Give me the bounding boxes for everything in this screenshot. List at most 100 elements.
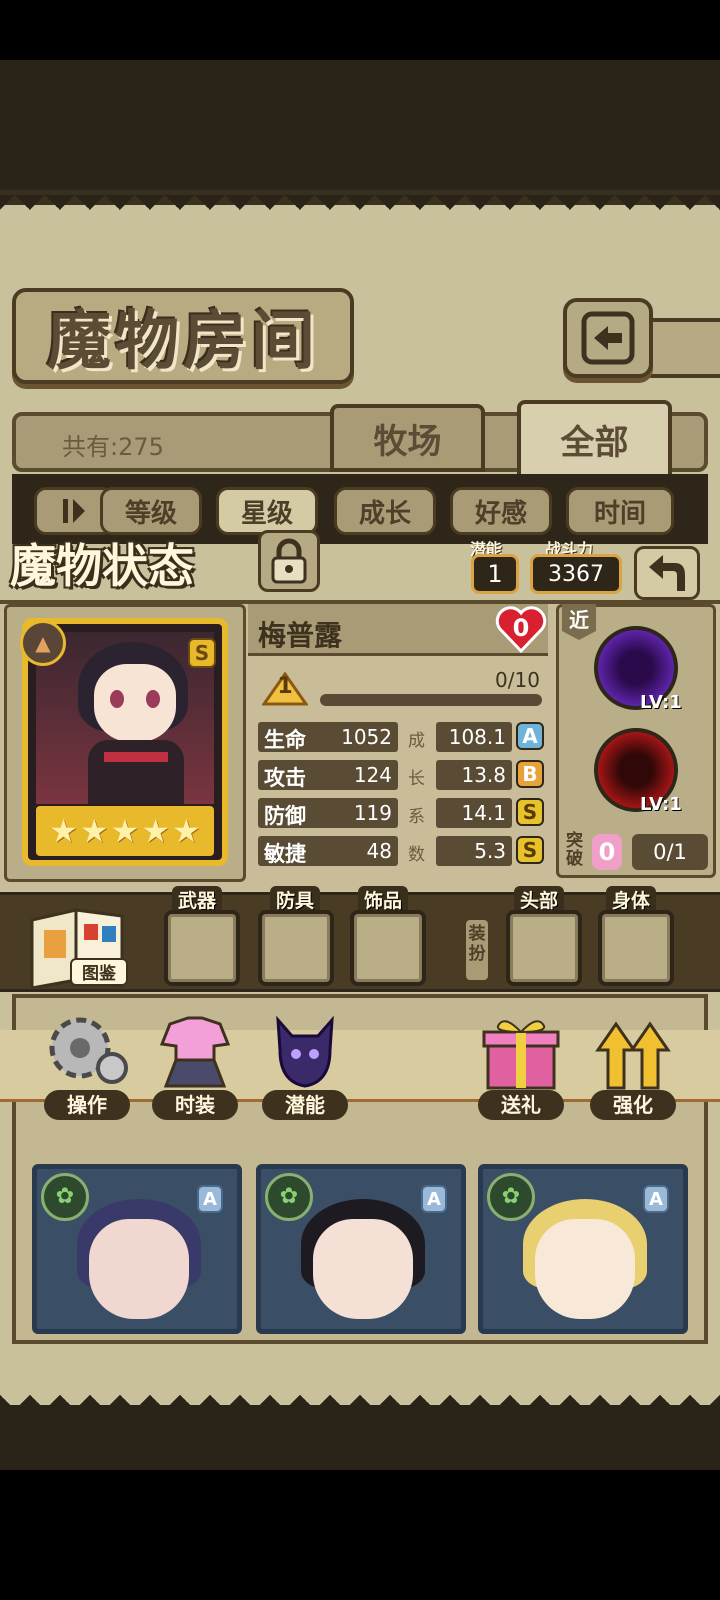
stat-value: 119 [353, 801, 392, 825]
stat-bg: 攻击 124 [258, 760, 398, 790]
growth-label-char-1: 成 [408, 731, 425, 751]
background-band-top [0, 60, 720, 190]
growth-bg: 14.1 [436, 798, 512, 828]
encyclopedia-label: 图鉴 [70, 958, 128, 986]
sort-time-button[interactable]: 时间 [566, 487, 674, 535]
breakthrough-count: 0 [592, 834, 622, 870]
action-gift-button[interactable]: 送礼 [474, 1010, 568, 1120]
stat-value: 48 [366, 839, 392, 863]
return-arrow-icon [649, 555, 685, 591]
growth-label-char-4: 数 [408, 845, 425, 865]
breakthrough-label: 突破 [566, 831, 583, 869]
gift-icon [482, 1020, 560, 1090]
stat-label: 生命 [264, 728, 306, 752]
leaf-icon: ✿ [265, 1173, 313, 1221]
back-button-extension [650, 318, 720, 378]
slot-weapon[interactable] [164, 910, 240, 986]
outfit-icon [159, 1016, 231, 1088]
card-rank: A [421, 1185, 447, 1213]
growth-label-char-3: 系 [408, 807, 425, 827]
action-upgrade-label: 强化 [590, 1090, 676, 1120]
zigzag-border-top [0, 195, 720, 225]
level-value: 1 [277, 674, 293, 699]
room-title-plaque: 魔物房间 [12, 288, 354, 384]
system-status-bar [0, 0, 720, 60]
growth-bg: 5.3 [436, 836, 512, 866]
slot-label-head: 头部 [514, 886, 565, 912]
character-eye-right [146, 690, 160, 708]
breakthrough-row: 突破 0 0/1 [560, 830, 712, 874]
card-face [89, 1219, 189, 1319]
action-operate-button[interactable]: 操作 [40, 1010, 134, 1120]
card-rank: A [643, 1185, 669, 1213]
character-body [88, 740, 184, 804]
navigation-bar [0, 1470, 720, 1600]
slot-body[interactable] [598, 910, 674, 986]
breakthrough-progress: 0/1 [632, 834, 708, 870]
combat-power-value: 3367 [530, 554, 622, 594]
slot-label-armor: 防具 [270, 886, 321, 912]
exit-button[interactable] [563, 298, 653, 378]
tab-all[interactable]: 全部 [517, 400, 672, 478]
exp-text: 0/10 [495, 668, 540, 692]
stat-value: 124 [353, 763, 392, 787]
action-potential-label: 潜能 [262, 1090, 348, 1120]
slot-label-body: 身体 [606, 886, 657, 912]
action-potential-button[interactable]: 潜能 [258, 1010, 352, 1120]
rank-badge: S [188, 638, 216, 668]
growth-grade: B [516, 760, 544, 788]
return-button[interactable] [634, 546, 700, 600]
character-face [94, 664, 176, 742]
monster-name: 梅普露 [258, 619, 343, 652]
star-icon: ★ [49, 812, 78, 850]
slot-armor[interactable] [258, 910, 334, 986]
mountain-element-icon: ▲ [20, 620, 66, 666]
card-face [313, 1219, 413, 1319]
character-eye-left [110, 690, 124, 708]
action-outfit-label: 时装 [152, 1090, 238, 1120]
stat-bg: 防御 119 [258, 798, 398, 828]
monster-card[interactable]: ✿ A [32, 1164, 242, 1334]
growth-grade: S [516, 798, 544, 826]
star-icon: ★ [172, 812, 201, 850]
sort-affection-button[interactable]: 好感 [450, 487, 552, 535]
skill-2-level: LV:1 [640, 794, 682, 815]
slot-head[interactable] [506, 910, 582, 986]
growth-value: 5.3 [474, 839, 506, 863]
growth-value: 14.1 [461, 801, 506, 825]
exp-bar [320, 694, 542, 706]
stat-label: 攻击 [264, 766, 306, 790]
status-title-container: 魔物状态 [10, 528, 242, 598]
stat-bg: 敏捷 48 [258, 836, 398, 866]
status-title: 魔物状态 [10, 539, 194, 593]
potential-icon [276, 1015, 334, 1088]
growth-bg: 13.8 [436, 760, 512, 790]
star-rating: ★ ★ ★ ★ ★ [36, 806, 214, 856]
affection-value: 0 [512, 614, 530, 642]
stat-label: 防御 [264, 804, 306, 828]
action-operate-label: 操作 [44, 1090, 130, 1120]
slot-accessory[interactable] [350, 910, 426, 986]
character-accent [104, 752, 168, 762]
growth-grade: A [516, 722, 544, 750]
room-title: 魔物房间 [47, 304, 319, 379]
monster-card[interactable]: ✿ A [478, 1164, 688, 1334]
leaf-icon: ✿ [487, 1173, 535, 1221]
slot-label-weapon: 武器 [172, 886, 223, 912]
sort-order-icon [63, 499, 85, 523]
action-outfit-button[interactable]: 时装 [148, 1010, 242, 1120]
stat-bg: 生命 1052 [258, 722, 398, 752]
stat-value: 1052 [341, 725, 392, 749]
gear-icon [49, 1017, 128, 1084]
monster-card[interactable]: ✿ A [256, 1164, 466, 1334]
growth-bg: 108.1 [436, 722, 512, 752]
tab-farm[interactable]: 牧场 [330, 404, 485, 472]
exit-arrow-icon [581, 311, 635, 365]
skill-1-level: LV:1 [640, 692, 682, 713]
lock-button[interactable] [258, 530, 320, 592]
star-icon: ★ [141, 812, 171, 850]
action-upgrade-button[interactable]: 强化 [586, 1010, 680, 1120]
growth-value: 13.8 [461, 763, 506, 787]
sort-growth-button[interactable]: 成长 [334, 487, 436, 535]
upgrade-arrows-icon [595, 1021, 671, 1090]
